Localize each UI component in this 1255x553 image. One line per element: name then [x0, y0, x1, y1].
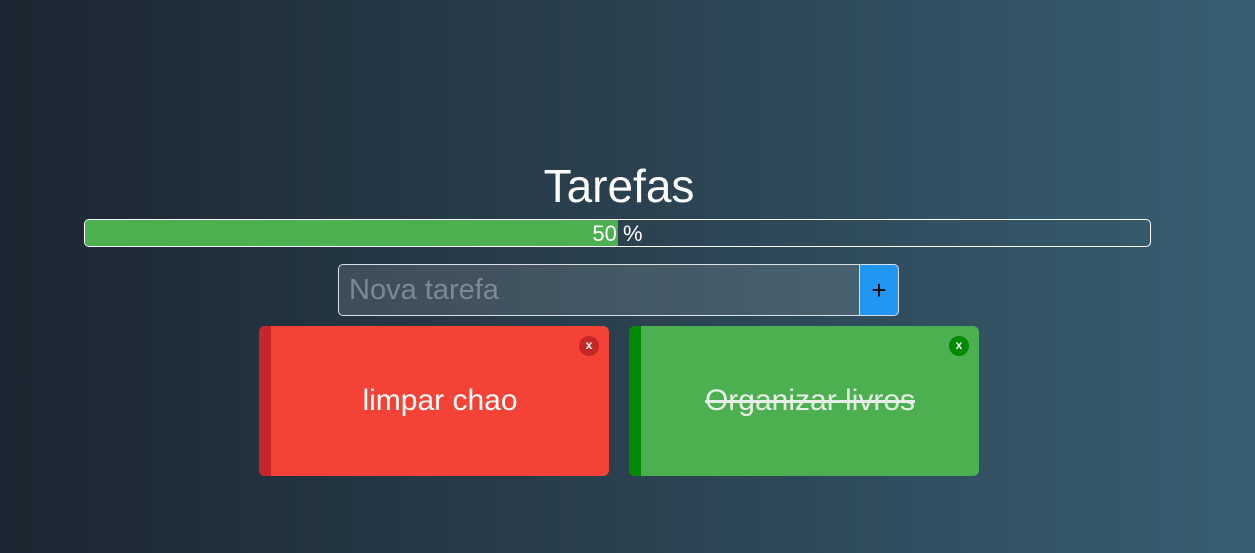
delete-task-button[interactable]: x — [949, 336, 969, 356]
new-task-input[interactable] — [338, 264, 859, 316]
add-task-button[interactable]: + — [859, 264, 899, 316]
task-status-strip — [629, 326, 641, 476]
new-task-form: + — [338, 264, 899, 316]
progress-label: 50 % — [592, 221, 643, 246]
page-title: Tarefas — [543, 160, 695, 212]
delete-task-button[interactable]: x — [579, 336, 599, 356]
task-text: Organizar livros — [704, 384, 916, 417]
progress-bar: 50 % — [84, 219, 1151, 247]
task-card[interactable]: Organizar livros x — [629, 326, 979, 476]
task-card[interactable]: limpar chao x — [259, 326, 609, 476]
task-text: limpar chao — [362, 384, 518, 417]
task-status-strip — [259, 326, 271, 476]
